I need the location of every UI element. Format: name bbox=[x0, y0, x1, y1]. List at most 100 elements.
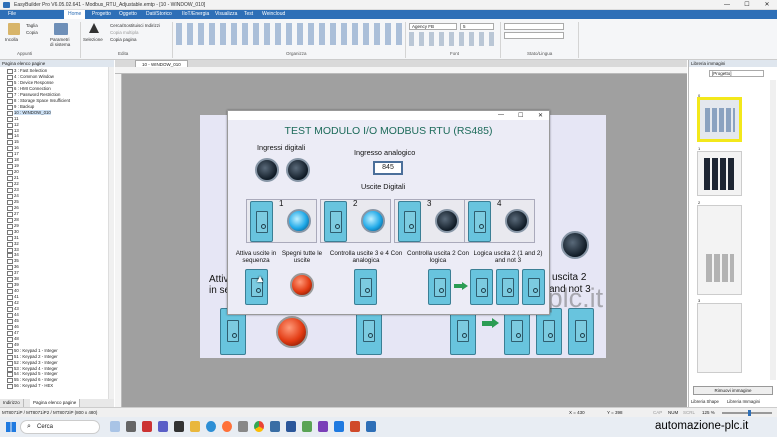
tree-item[interactable]: 42 bbox=[7, 300, 19, 307]
tree-item[interactable]: 43 bbox=[7, 306, 19, 312]
tree-item[interactable]: 3 : Fast Selection bbox=[6, 68, 47, 74]
tree-item[interactable]: 25 bbox=[7, 199, 19, 205]
logic-input-2-switch[interactable] bbox=[496, 269, 519, 305]
tab-page-list[interactable]: Pagina elenco pagine bbox=[30, 399, 81, 407]
tab-window-010[interactable]: 10 - WINDOW_010 bbox=[135, 60, 188, 67]
tree-item[interactable]: 17 bbox=[7, 151, 19, 158]
paste-button[interactable]: Incolla bbox=[5, 37, 18, 42]
tree-item[interactable]: 12 bbox=[7, 122, 19, 128]
tab-image-library[interactable]: Libreria Immagini bbox=[727, 399, 760, 404]
analog-control-switch[interactable] bbox=[354, 269, 377, 305]
tree-item[interactable]: 52 : Keypad 3 - Integer bbox=[7, 360, 58, 366]
test-window-maximize[interactable]: ☐ bbox=[518, 112, 523, 119]
tree-item[interactable]: 53 : Keypad 4 - Integer bbox=[7, 366, 58, 372]
taskbar-search[interactable]: ⌕ Cerca bbox=[20, 420, 100, 434]
vs-icon[interactable] bbox=[318, 421, 328, 432]
tree-item[interactable]: 15 bbox=[7, 139, 19, 146]
output-3-switch[interactable] bbox=[398, 201, 421, 242]
tree-item[interactable]: 48 bbox=[7, 336, 19, 342]
tree-item[interactable]: 20 bbox=[7, 169, 19, 176]
tree-item[interactable]: 28 bbox=[7, 217, 19, 223]
tree-item[interactable]: 51 : Keypad 2 - Integer bbox=[7, 354, 58, 360]
tree-item[interactable]: 54 : Keypad 5 - Integer bbox=[7, 371, 58, 378]
zoom-slider[interactable] bbox=[722, 412, 772, 414]
tree-item[interactable]: 47 bbox=[7, 330, 19, 336]
background-switch[interactable] bbox=[568, 308, 594, 355]
app-icon[interactable] bbox=[350, 421, 360, 432]
tree-item[interactable]: 29 bbox=[7, 223, 19, 229]
tree-item[interactable]: 49 bbox=[7, 342, 19, 348]
tree-item[interactable]: 9 : Backup bbox=[6, 104, 34, 110]
tree-item[interactable]: 31 bbox=[7, 235, 19, 241]
tab-dati-storico[interactable]: Dati/Storico bbox=[142, 10, 176, 19]
tree-item[interactable]: 39 bbox=[7, 282, 19, 289]
logic-input-1-switch[interactable] bbox=[470, 269, 493, 305]
tree-item[interactable]: 7 : Password Restriction bbox=[6, 92, 60, 98]
remove-image-button[interactable]: Rimuovi immagine bbox=[693, 386, 773, 395]
font-size-select[interactable]: 5 bbox=[460, 23, 494, 30]
easybuilder-icon[interactable] bbox=[366, 421, 376, 432]
tree-item[interactable]: 10 : WINDOW_010 bbox=[7, 109, 51, 116]
zoom-slider-thumb[interactable] bbox=[748, 410, 751, 416]
tree-item[interactable]: 18 bbox=[7, 157, 19, 164]
tree-item[interactable]: 55 : Keypad 6 - Integer bbox=[7, 377, 58, 384]
font-family-select[interactable]: Agency FB bbox=[409, 23, 457, 30]
word-icon[interactable] bbox=[286, 421, 296, 432]
tree-item[interactable]: 24 bbox=[7, 193, 19, 199]
tree-item[interactable]: 26 bbox=[7, 205, 19, 211]
background-switch[interactable] bbox=[504, 308, 530, 355]
tab-home[interactable]: Home bbox=[64, 10, 86, 19]
background-red-button[interactable] bbox=[276, 316, 308, 348]
teams-icon[interactable] bbox=[158, 421, 168, 432]
background-switch[interactable] bbox=[536, 308, 562, 355]
tree-item[interactable]: 36 bbox=[7, 264, 19, 271]
terminal-icon[interactable] bbox=[174, 421, 184, 432]
background-switch[interactable] bbox=[220, 308, 246, 355]
edge-icon[interactable] bbox=[206, 421, 216, 432]
test-window-minimize[interactable]: — bbox=[498, 112, 504, 118]
maximize-button[interactable]: ☐ bbox=[737, 0, 757, 10]
tree-item[interactable]: 50 : Keypad 1 - Integer bbox=[7, 348, 58, 354]
tree-item[interactable]: 32 bbox=[7, 241, 19, 247]
image-thumbnail[interactable] bbox=[697, 303, 742, 373]
tree-item[interactable]: 30 bbox=[7, 229, 19, 235]
tree-item[interactable]: 40 bbox=[7, 288, 19, 295]
logic-control-switch[interactable] bbox=[428, 269, 451, 305]
tab-iiot-energia[interactable]: IIoT/Energia bbox=[178, 10, 213, 19]
tree-item[interactable]: 4 : Common Window bbox=[7, 74, 54, 80]
output-4-switch[interactable] bbox=[468, 201, 491, 242]
search-replace-button[interactable]: Cerca/Sostituisci Indirizzi bbox=[110, 23, 160, 28]
tree-item[interactable]: 11 bbox=[6, 116, 18, 122]
library-scrollbar[interactable] bbox=[770, 80, 776, 380]
language-select[interactable] bbox=[504, 32, 564, 39]
tree-item[interactable]: 41 bbox=[7, 294, 19, 301]
firefox-icon[interactable] bbox=[222, 421, 232, 432]
tree-item[interactable]: 35 bbox=[7, 258, 19, 265]
app-icon[interactable] bbox=[238, 421, 248, 432]
selection-button[interactable]: Selezione bbox=[83, 37, 103, 42]
tree-item[interactable]: 22 bbox=[7, 181, 19, 188]
all-off-button[interactable] bbox=[290, 273, 314, 297]
tree-item[interactable]: 5 : Device Response bbox=[7, 80, 54, 86]
tab-shape-library[interactable]: Libreria Shape bbox=[691, 399, 719, 404]
app-icon[interactable] bbox=[334, 421, 344, 432]
image-thumbnail[interactable] bbox=[697, 151, 742, 196]
library-select[interactable]: [Progetto] bbox=[709, 70, 764, 77]
task-view-icon[interactable] bbox=[126, 421, 136, 432]
windows-start-icon[interactable] bbox=[6, 422, 16, 432]
tree-item[interactable]: 46 bbox=[7, 324, 19, 330]
system-parameters-icon[interactable] bbox=[54, 23, 68, 35]
arrange-tools[interactable] bbox=[176, 23, 402, 45]
tree-scrollbar[interactable] bbox=[108, 67, 114, 399]
state-select[interactable] bbox=[504, 23, 564, 30]
tree-item[interactable]: 37 bbox=[7, 270, 19, 277]
app-icon[interactable] bbox=[270, 421, 280, 432]
app-icon[interactable] bbox=[302, 421, 312, 432]
paste-icon[interactable] bbox=[8, 23, 20, 35]
tree-item[interactable]: 8 : Storage Space Insufficient bbox=[6, 98, 70, 104]
tab-test[interactable]: Test bbox=[240, 10, 257, 19]
tab-visualizza[interactable]: Visualizza bbox=[211, 10, 241, 19]
close-button[interactable]: ✕ bbox=[757, 0, 777, 10]
sequence-switch[interactable] bbox=[245, 269, 268, 305]
logic-input-3-switch[interactable] bbox=[522, 269, 545, 305]
